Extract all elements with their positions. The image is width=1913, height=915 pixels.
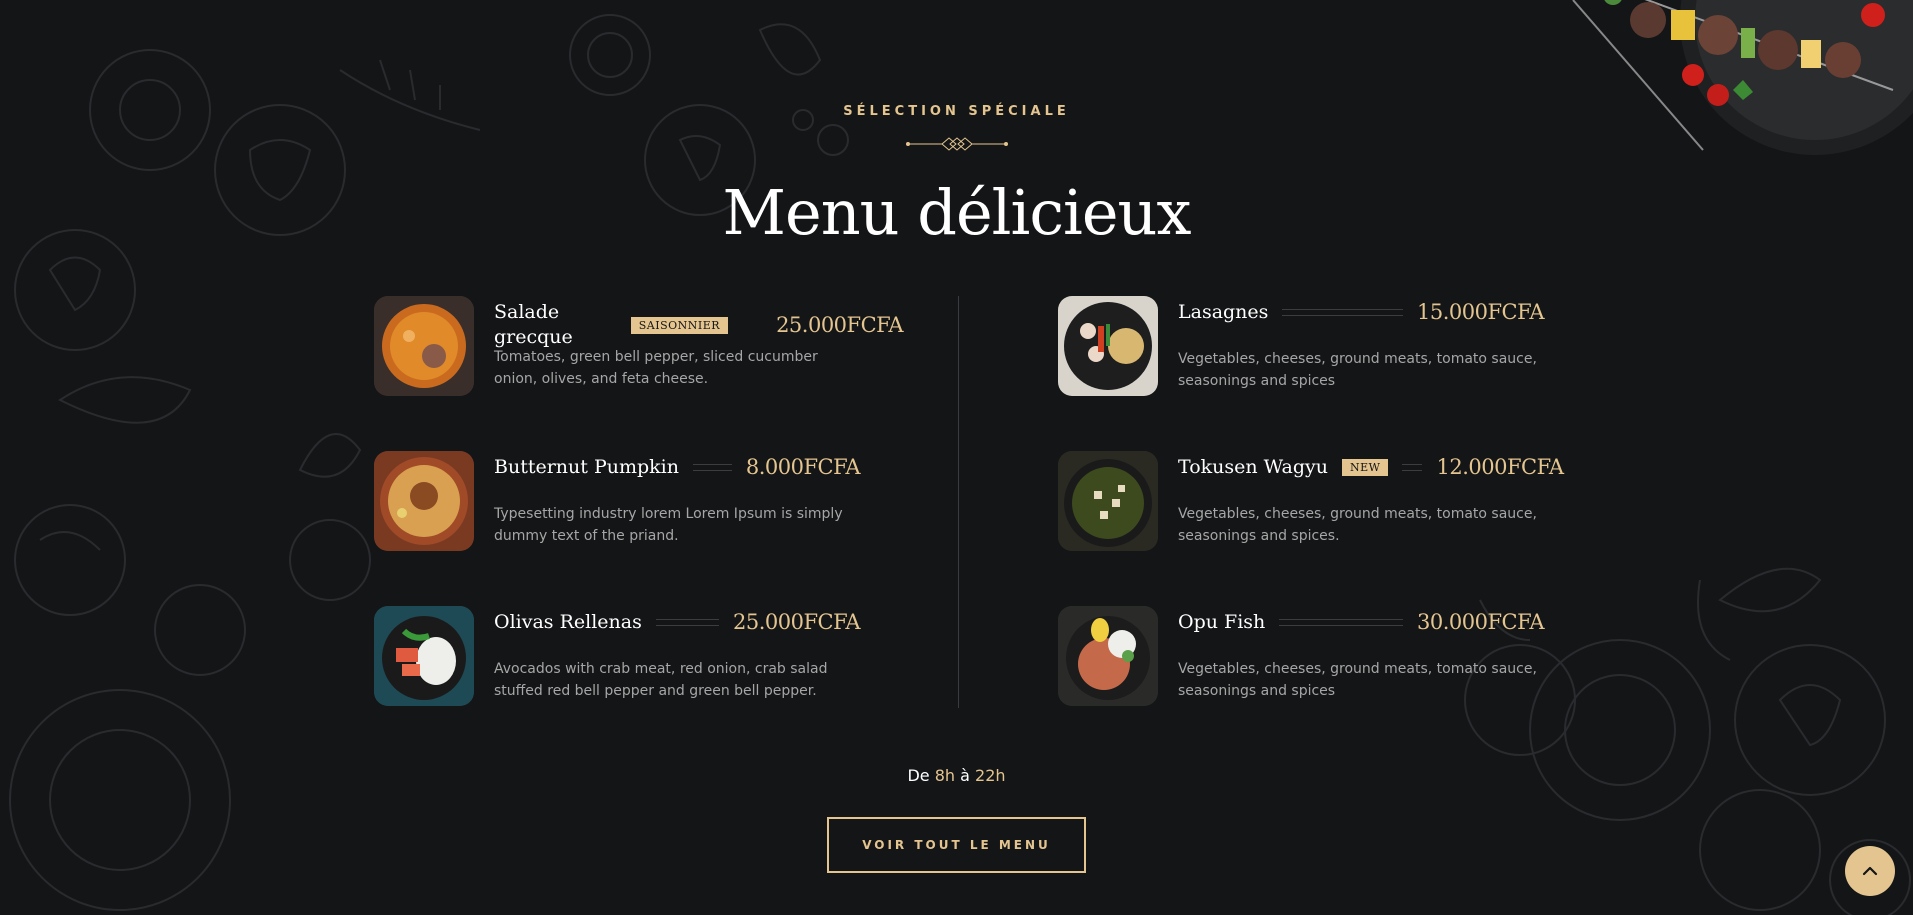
- menu-item[interactable]: Lasagnes 15.000FCFA Vegetables, cheeses,…: [1058, 296, 1545, 396]
- dish-image: [374, 606, 474, 706]
- hours-separator: à: [960, 766, 970, 785]
- dish-price: 15.000FCFA: [1416, 300, 1545, 324]
- dish-name: Lasagnes: [1178, 301, 1269, 323]
- dish-description: Avocados with crab meat, red onion, crab…: [494, 661, 828, 699]
- dish-image: [1058, 606, 1158, 706]
- dish-image: [374, 451, 474, 551]
- dish-price: 8.000FCFA: [745, 455, 861, 479]
- scroll-to-top-button[interactable]: [1845, 846, 1895, 896]
- dish-price: 30.000FCFA: [1416, 610, 1545, 634]
- skewer-plate-image: [1572, 0, 1913, 155]
- menu-item[interactable]: Olivas Rellenas 25.000FCFA Avocados with…: [374, 606, 861, 706]
- leader-line: [1279, 618, 1403, 626]
- dish-price: 25.000FCFA: [732, 610, 861, 634]
- dish-name: Butternut Pumpkin: [494, 456, 679, 478]
- dish-image: [1058, 451, 1158, 551]
- dish-name: Olivas Rellenas: [494, 611, 642, 633]
- hours-prefix: De: [907, 766, 930, 785]
- dish-name: Salade grecque: [494, 301, 573, 348]
- dish-image: [1058, 296, 1158, 396]
- dish-name: Tokusen Wagyu: [1178, 456, 1328, 478]
- menu-column-right: Lasagnes 15.000FCFA Vegetables, cheeses,…: [1058, 296, 1564, 761]
- dish-description: Tomatoes, green bell pepper, sliced cucu…: [494, 349, 818, 387]
- dish-badge: NEW: [1342, 458, 1389, 476]
- hours-open: 8h: [934, 766, 956, 785]
- menu-item[interactable]: Tokusen Wagyu NEW 12.000FCFA Vegetables,…: [1058, 451, 1564, 551]
- dish-price: 12.000FCFA: [1436, 455, 1564, 479]
- dish-price: 25.000FCFA: [776, 313, 904, 337]
- menu-item[interactable]: Opu Fish 30.000FCFA Vegetables, cheeses,…: [1058, 606, 1545, 706]
- dish-description: Vegetables, cheeses, ground meats, tomat…: [1178, 351, 1537, 389]
- hours-close: 22h: [975, 766, 1006, 785]
- section-subtitle: SÉLECTION SPÉCIALE: [843, 104, 1070, 119]
- leader-line: [1282, 308, 1403, 316]
- diamond-ornament-icon: [906, 137, 1008, 151]
- chevron-up-icon: [1862, 866, 1878, 876]
- view-full-menu-button[interactable]: VOIR TOUT LE MENU: [827, 817, 1086, 873]
- menu-item[interactable]: Salade grecque SAISONNIER 25.000FCFA Tom…: [374, 296, 904, 396]
- dish-description: Vegetables, cheeses, ground meats, tomat…: [1178, 506, 1537, 544]
- column-divider: [958, 296, 959, 708]
- dish-name: Opu Fish: [1178, 611, 1266, 633]
- leader-line: [655, 618, 719, 626]
- dish-image: [374, 296, 474, 396]
- menu-column-left: Salade grecque SAISONNIER 25.000FCFA Tom…: [374, 296, 904, 761]
- leader-line: [1402, 463, 1423, 471]
- dish-description: Vegetables, cheeses, ground meats, tomat…: [1178, 661, 1537, 699]
- dish-description: Typesetting industry lorem Lorem Ipsum i…: [494, 506, 843, 544]
- opening-hours: De 8h à 22h: [0, 766, 1913, 785]
- leader-line: [692, 463, 732, 471]
- menu-item[interactable]: Butternut Pumpkin 8.000FCFA Typesetting …: [374, 451, 861, 551]
- section-title: Menu délicieux: [722, 176, 1192, 249]
- dish-badge: SAISONNIER: [630, 316, 729, 334]
